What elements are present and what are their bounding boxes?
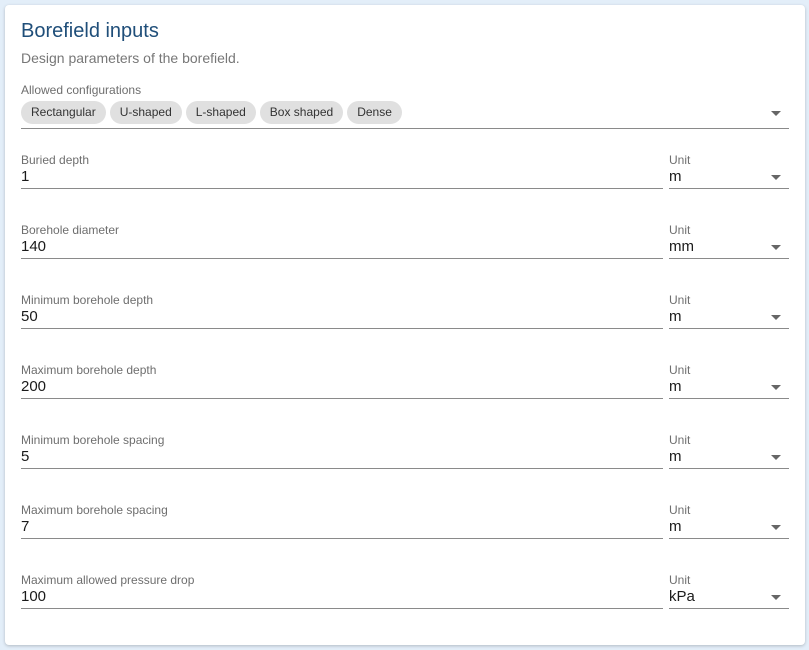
buried-depth-unit-select[interactable]: Unit m [669,153,789,189]
field-value[interactable]: 100 [21,588,46,605]
field-label: Maximum borehole spacing [21,503,168,517]
maximum-borehole-depth-unit-select[interactable]: Unit m [669,363,789,399]
chip-rectangular[interactable]: Rectangular [21,101,106,124]
field-value[interactable]: 5 [21,448,29,465]
field-row-maximum-borehole-depth: Maximum borehole depth 200 Unit m [21,363,789,403]
borehole-diameter-input[interactable]: Borehole diameter 140 [21,223,663,259]
maximum-allowed-pressure-drop-input[interactable]: Maximum allowed pressure drop 100 [21,573,663,609]
chevron-down-icon[interactable] [771,111,781,116]
field-label: Maximum borehole depth [21,363,157,377]
chevron-down-icon[interactable] [771,245,781,250]
unit-value[interactable]: m [669,378,682,395]
chip-l-shaped[interactable]: L-shaped [185,101,256,124]
unit-value[interactable]: m [669,518,682,535]
unit-label: Unit [669,223,691,237]
field-row-minimum-borehole-spacing: Minimum borehole spacing 5 Unit m [21,433,789,473]
field-value[interactable]: 1 [21,168,29,185]
maximum-borehole-spacing-unit-select[interactable]: Unit m [669,503,789,539]
chevron-down-icon[interactable] [771,315,781,320]
maximum-allowed-pressure-drop-unit-select[interactable]: Unit kPa [669,573,789,609]
field-row-minimum-borehole-depth: Minimum borehole depth 50 Unit m [21,293,789,333]
chevron-down-icon[interactable] [771,385,781,390]
minimum-borehole-depth-input[interactable]: Minimum borehole depth 50 [21,293,663,329]
allowed-configurations-label: Allowed configurations [21,83,142,97]
maximum-borehole-spacing-input[interactable]: Maximum borehole spacing 7 [21,503,663,539]
unit-label: Unit [669,293,691,307]
unit-label: Unit [669,433,691,447]
minimum-borehole-depth-unit-select[interactable]: Unit m [669,293,789,329]
field-value[interactable]: 140 [21,238,46,255]
chip-dense[interactable]: Dense [347,101,402,124]
field-row-maximum-borehole-spacing: Maximum borehole spacing 7 Unit m [21,503,789,543]
unit-label: Unit [669,573,691,587]
field-label: Buried depth [21,153,90,167]
chevron-down-icon[interactable] [771,175,781,180]
field-label: Maximum allowed pressure drop [21,573,195,587]
chevron-down-icon[interactable] [771,455,781,460]
unit-label: Unit [669,503,691,517]
buried-depth-input[interactable]: Buried depth 1 [21,153,663,189]
field-row-borehole-diameter: Borehole diameter 140 Unit mm [21,223,789,263]
minimum-borehole-spacing-unit-select[interactable]: Unit m [669,433,789,469]
field-row-buried-depth: Buried depth 1 Unit m [21,153,789,193]
allowed-configurations-select[interactable]: Allowed configurations Rectangular U-sha… [21,83,789,129]
field-value[interactable]: 200 [21,378,46,395]
configuration-chips: Rectangular U-shaped L-shaped Box shaped… [21,101,402,124]
chip-box-shaped[interactable]: Box shaped [259,101,344,124]
card-title: Borefield inputs [21,20,159,42]
unit-label: Unit [669,153,691,167]
unit-value[interactable]: mm [669,238,694,255]
maximum-borehole-depth-input[interactable]: Maximum borehole depth 200 [21,363,663,399]
field-row-maximum-allowed-pressure-drop: Maximum allowed pressure drop 100 Unit k… [21,573,789,613]
chip-u-shaped[interactable]: U-shaped [109,101,182,124]
unit-value[interactable]: kPa [669,588,695,605]
field-value[interactable]: 50 [21,308,38,325]
minimum-borehole-spacing-input[interactable]: Minimum borehole spacing 5 [21,433,663,469]
field-label: Minimum borehole depth [21,293,154,307]
unit-label: Unit [669,363,691,377]
field-label: Borehole diameter [21,223,120,237]
borehole-diameter-unit-select[interactable]: Unit mm [669,223,789,259]
field-label: Minimum borehole spacing [21,433,165,447]
borefield-inputs-card: Borefield inputs Design parameters of th… [5,5,805,645]
chevron-down-icon[interactable] [771,525,781,530]
unit-value[interactable]: m [669,308,682,325]
card-subtitle: Design parameters of the borefield. [21,50,240,66]
unit-value[interactable]: m [669,168,682,185]
field-value[interactable]: 7 [21,518,29,535]
unit-value[interactable]: m [669,448,682,465]
chevron-down-icon[interactable] [771,595,781,600]
